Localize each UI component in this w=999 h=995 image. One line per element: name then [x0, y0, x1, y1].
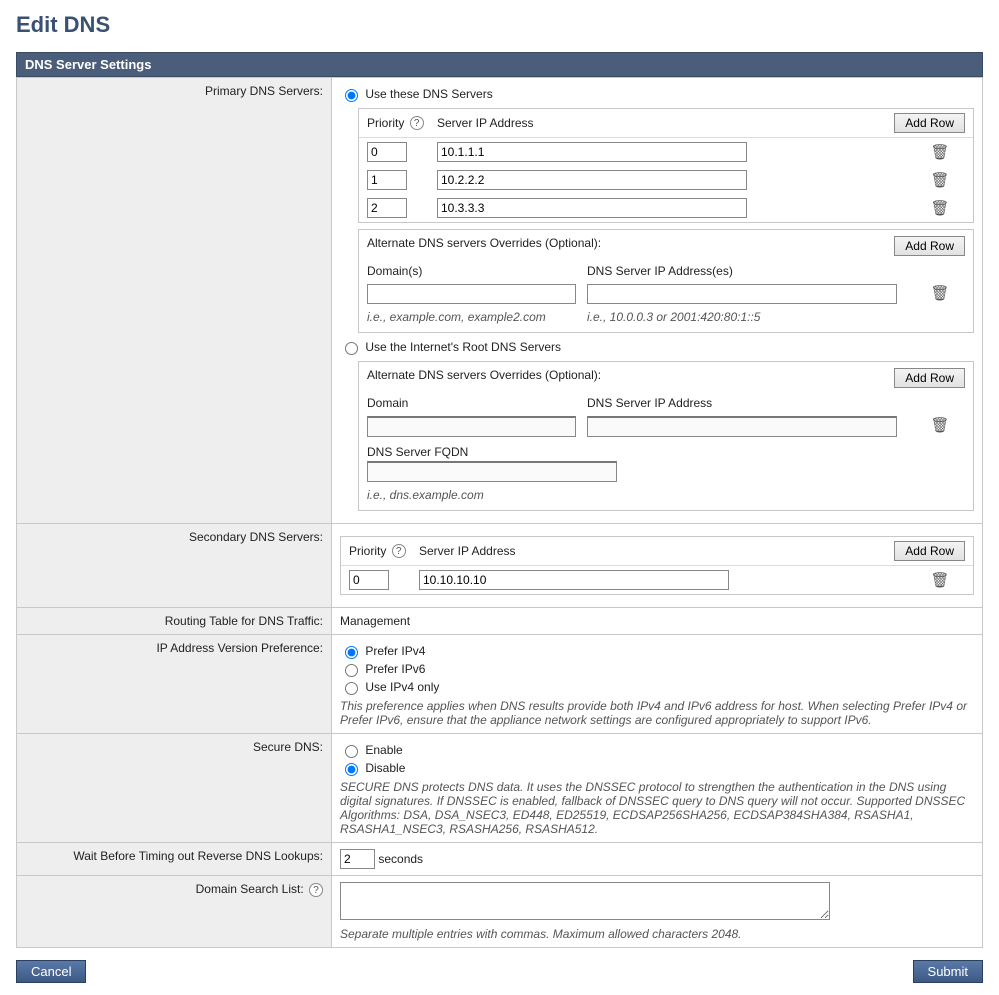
alt1-hint-ip: i.e., 10.0.0.3 or 2001:420:80:1::5: [587, 310, 965, 324]
search-list-note: Separate multiple entries with commas. M…: [340, 927, 974, 941]
radio-prefer-ipv4-label: Prefer IPv4: [365, 644, 425, 658]
alt2-col-domain-label: Domain: [367, 396, 587, 410]
add-row-alt2-button[interactable]: Add Row: [894, 368, 965, 388]
label-secondary-dns: Secondary DNS Servers:: [17, 524, 332, 608]
alt2-domain-input[interactable]: [367, 416, 576, 437]
alt1-col-ip-label: DNS Server IP Address(es): [587, 264, 915, 278]
primary-dns-list: Priority ? Server IP Address Add Row 🗑 🗑: [358, 108, 974, 223]
radio-prefer-ipv6-label: Prefer IPv6: [365, 662, 425, 676]
server-ip-input[interactable]: [419, 570, 729, 590]
alt1-col-domain-label: Domain(s): [367, 264, 587, 278]
th-priority: Priority: [367, 116, 404, 130]
help-icon[interactable]: ?: [309, 883, 323, 897]
delete-icon[interactable]: 🗑: [930, 285, 949, 302]
server-ip-input[interactable]: [437, 170, 747, 190]
routing-table-value: Management: [332, 608, 983, 635]
ipver-note: This preference applies when DNS results…: [340, 699, 974, 727]
radio-use-root-dns[interactable]: [345, 342, 358, 355]
timeout-input[interactable]: [340, 849, 375, 869]
timeout-unit: seconds: [378, 852, 423, 866]
label-secure-dns: Secure DNS:: [17, 734, 332, 843]
alt2-fqdn-input[interactable]: [367, 461, 617, 482]
radio-prefer-ipv6[interactable]: [345, 664, 358, 677]
priority-input[interactable]: [367, 170, 407, 190]
th-server-ip: Server IP Address: [419, 544, 885, 558]
add-row-alt1-button[interactable]: Add Row: [894, 236, 965, 256]
alt-dns-box-1: Alternate DNS servers Overrides (Optiona…: [358, 229, 974, 333]
radio-use-root-dns-label: Use the Internet's Root DNS Servers: [365, 340, 561, 354]
alt1-ip-input[interactable]: [587, 284, 897, 304]
radio-use-ipv4-only-label: Use IPv4 only: [365, 680, 439, 694]
radio-prefer-ipv4[interactable]: [345, 646, 358, 659]
primary-dns-row: 🗑: [359, 138, 973, 166]
radio-disable-secdns[interactable]: [345, 763, 358, 776]
submit-button[interactable]: Submit: [913, 960, 983, 983]
th-server-ip: Server IP Address: [437, 116, 885, 130]
panel-header: DNS Server Settings: [16, 52, 983, 77]
alt2-col-ip-label: DNS Server IP Address: [587, 396, 915, 410]
radio-use-these-dns-label: Use these DNS Servers: [365, 87, 492, 101]
priority-input[interactable]: [367, 198, 407, 218]
radio-use-ipv4-only[interactable]: [345, 682, 358, 695]
page-title: Edit DNS: [16, 12, 983, 38]
help-icon[interactable]: ?: [392, 544, 406, 558]
alt2-hint-fqdn: i.e., dns.example.com: [367, 488, 587, 502]
secondary-dns-list: Priority ? Server IP Address Add Row 🗑: [340, 536, 974, 595]
domain-search-textarea[interactable]: [340, 882, 830, 920]
alt2-col-fqdn-label: DNS Server FQDN: [367, 445, 965, 459]
alt2-overrides-title: Alternate DNS servers Overrides (Optiona…: [367, 368, 885, 388]
priority-input[interactable]: [349, 570, 389, 590]
alt-dns-box-2: Alternate DNS servers Overrides (Optiona…: [358, 361, 974, 511]
server-ip-input[interactable]: [437, 198, 747, 218]
priority-input[interactable]: [367, 142, 407, 162]
primary-dns-row: 🗑: [359, 194, 973, 222]
settings-table: Primary DNS Servers: Use these DNS Serve…: [16, 77, 983, 948]
alt1-domain-input[interactable]: [367, 284, 576, 304]
alt1-hint-domain: i.e., example.com, example2.com: [367, 310, 587, 324]
help-icon[interactable]: ?: [410, 116, 424, 130]
secondary-dns-row: 🗑: [341, 566, 973, 594]
delete-icon[interactable]: 🗑: [930, 144, 949, 161]
secdns-note: SECURE DNS protects DNS data. It uses th…: [340, 780, 974, 836]
add-row-primary-button[interactable]: Add Row: [894, 113, 965, 133]
label-primary-dns: Primary DNS Servers:: [17, 78, 332, 524]
alt2-ip-input[interactable]: [587, 416, 897, 437]
radio-use-these-dns[interactable]: [345, 89, 358, 102]
delete-icon[interactable]: 🗑: [930, 572, 949, 589]
th-priority: Priority: [349, 544, 386, 558]
delete-icon[interactable]: 🗑: [930, 172, 949, 189]
server-ip-input[interactable]: [437, 142, 747, 162]
cancel-button[interactable]: Cancel: [16, 960, 86, 983]
delete-icon[interactable]: 🗑: [930, 417, 949, 434]
primary-dns-row: 🗑: [359, 166, 973, 194]
add-row-secondary-button[interactable]: Add Row: [894, 541, 965, 561]
label-routing: Routing Table for DNS Traffic:: [17, 608, 332, 635]
radio-enable-secdns-label: Enable: [365, 743, 402, 757]
radio-enable-secdns[interactable]: [345, 745, 358, 758]
label-search-list: Domain Search List: ?: [17, 876, 332, 948]
delete-icon[interactable]: 🗑: [930, 200, 949, 217]
alt-overrides-title: Alternate DNS servers Overrides (Optiona…: [367, 236, 885, 256]
label-ipver: IP Address Version Preference:: [17, 635, 332, 734]
label-timeout: Wait Before Timing out Reverse DNS Looku…: [17, 843, 332, 876]
radio-disable-secdns-label: Disable: [365, 761, 405, 775]
